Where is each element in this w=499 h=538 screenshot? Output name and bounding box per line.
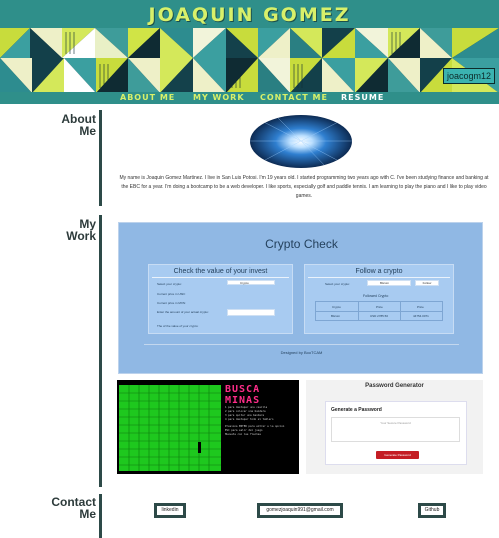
work-divider [99, 215, 102, 487]
contact-heading-line2: Me [79, 507, 96, 521]
site-header: JOAQUIN GOMEZ joacogm12 ABOUT ME MY WORK… [0, 0, 499, 104]
row-select-crypto: Select your crypto: [157, 282, 182, 286]
crypto-footer: Designed by BooTCAM [280, 350, 323, 355]
about-paragraph: My name is Joaquin Gomez Martinez. I liv… [119, 175, 489, 199]
generate-password-button[interactable]: Generate Password [376, 451, 419, 459]
contact-heading: Contact Me [40, 496, 96, 520]
password-subtitle: Generate a Password [331, 407, 382, 413]
table-cell-mxn: 44754.0071 [413, 314, 429, 318]
password-title: Password Generator [365, 383, 424, 389]
password-output-field[interactable]: Your Secure Password [331, 417, 460, 442]
table-cell-usd: USD 2785.50 [370, 314, 389, 318]
table-cell-name: Bitcoin [331, 314, 341, 318]
crypto-check-project[interactable]: Crypto Check Check the value of your inv… [118, 222, 483, 374]
amount-input[interactable] [227, 309, 275, 316]
password-generator-project[interactable]: Password Generator Generate a Password Y… [306, 380, 483, 474]
main-nav: ABOUT ME MY WORK CONTACT ME RESUME [0, 92, 499, 104]
mines-line: Muevete con las flechas [225, 433, 261, 436]
invest-panel-title: Check the value of your invest [152, 265, 289, 278]
work-heading-line2: Work [66, 229, 96, 243]
mines-instructions: 1 para destapar una casilla 2 para coloc… [225, 406, 299, 437]
followed-table: Crypto Price Price Bitcoin USD 2785.50 4… [315, 301, 443, 321]
about-divider [99, 110, 102, 206]
follow-button[interactable]: Follow [415, 280, 439, 286]
about-heading: About Me [40, 113, 96, 137]
email-link[interactable]: gomezjoaquin991@gmail.com [257, 503, 343, 518]
nav-contact-me[interactable]: CONTACT ME [260, 93, 328, 102]
github-link[interactable]: Github [418, 503, 446, 518]
site-title: JOAQUIN GOMEZ [148, 4, 351, 26]
crypto-invest-panel: Check the value of your invest Select yo… [148, 264, 293, 334]
row-price-usd: Current price in USD: [157, 292, 186, 296]
nav-about-me[interactable]: ABOUT ME [120, 93, 175, 102]
follow-select[interactable]: Bitcoin [367, 280, 411, 286]
contact-divider [99, 494, 102, 538]
table-header-price-2: Price [417, 305, 424, 309]
title-bar: JOAQUIN GOMEZ [0, 0, 499, 28]
busca-minas-project[interactable]: BUSCA MINAS 1 para destapar una casilla … [117, 380, 299, 474]
nav-my-work[interactable]: MY WORK [193, 93, 245, 102]
crypto-follow-panel: Follow a crypto Select your crypto: Bitc… [304, 264, 454, 334]
row-price-mxn: Current price in MXN: [157, 301, 186, 305]
password-card: Generate a Password Your Secure Password… [325, 401, 467, 465]
about-heading-line2: Me [79, 124, 96, 138]
geometric-banner [0, 28, 499, 93]
nav-resume[interactable]: RESUME [341, 93, 384, 102]
row-enter-amount: Enter the amount of your actual crypto: [157, 310, 209, 314]
mines-title: BUSCA MINAS [225, 384, 261, 406]
follow-select-label: Select your crypto: [325, 282, 350, 286]
profile-image [250, 115, 352, 168]
followed-title: Followed Crypto [363, 294, 389, 298]
row-value-crypto: The of the value of your crypto: [157, 324, 199, 328]
linkedin-link[interactable]: linkedin [154, 503, 186, 518]
crypto-title: Crypto Check [265, 237, 338, 251]
table-header-crypto: Crypto [332, 305, 341, 309]
follow-panel-title: Follow a crypto [308, 265, 450, 278]
github-handle-badge[interactable]: joacogm12 [443, 68, 496, 84]
table-header-price-1: Price [376, 305, 383, 309]
crypto-divider [144, 344, 459, 345]
crypto-select[interactable]: Crypto [227, 280, 275, 285]
work-heading: My Work [40, 218, 96, 242]
